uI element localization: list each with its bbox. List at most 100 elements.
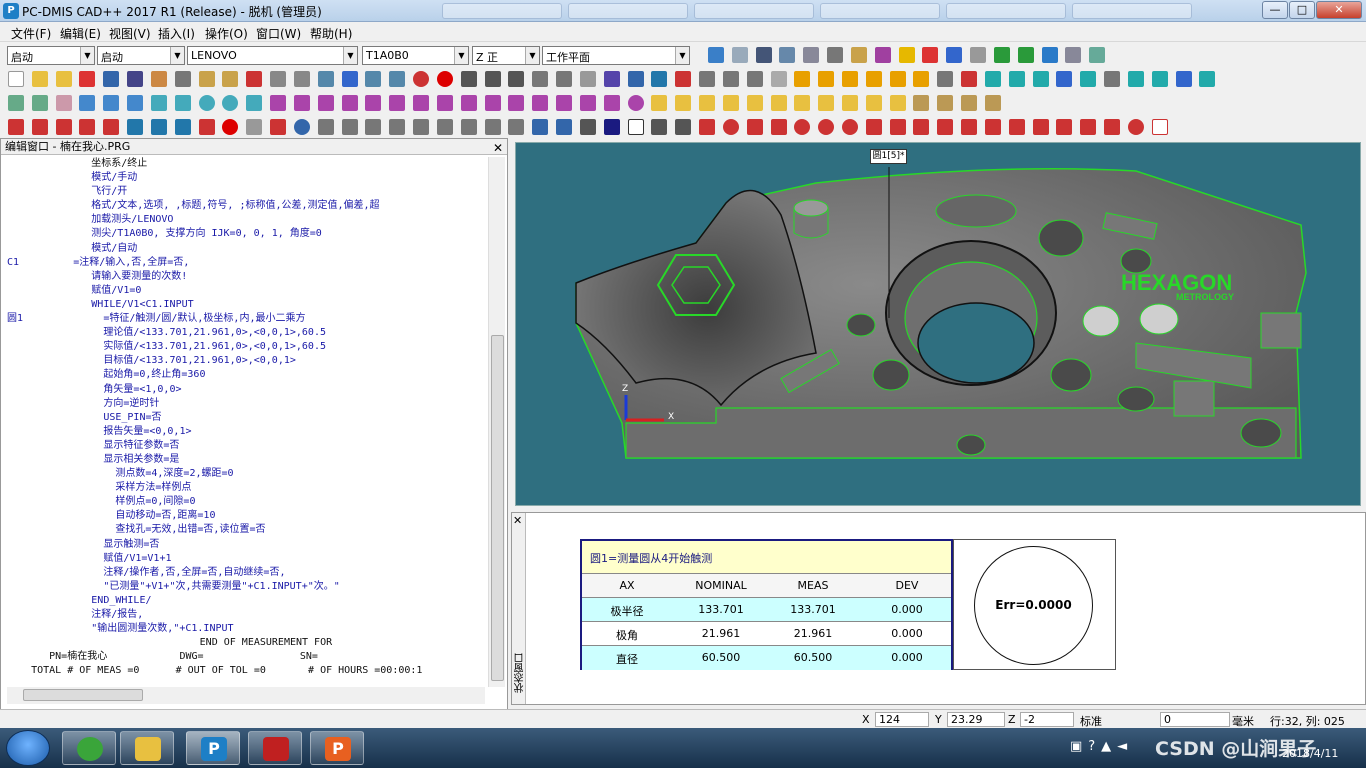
- debug-icon[interactable]: [246, 119, 263, 135]
- align-icon-3[interactable]: [55, 119, 72, 135]
- graphics-view[interactable]: HEXAGON METROLOGY Z X: [515, 142, 1361, 506]
- solid-icon[interactable]: [603, 71, 620, 87]
- construct-line-icon[interactable]: [675, 95, 692, 111]
- gray2-icon[interactable]: [293, 71, 310, 87]
- angularity-icon[interactable]: [1080, 119, 1097, 135]
- cube-front-icon[interactable]: [794, 71, 811, 87]
- code-line[interactable]: TOTAL # OF MEAS =0 # OUT OF TOL =0 # OF …: [7, 664, 487, 678]
- teal2-icon[interactable]: [1008, 71, 1025, 87]
- teal3-icon[interactable]: [1032, 71, 1049, 87]
- code-line[interactable]: 方向=逆时针: [7, 397, 487, 411]
- panel-icon[interactable]: [1065, 47, 1082, 63]
- cube-bottom-icon[interactable]: [913, 71, 930, 87]
- straightness-icon[interactable]: [889, 119, 906, 135]
- arrow-icon[interactable]: [270, 119, 287, 135]
- scroll-thumb[interactable]: [491, 335, 504, 681]
- construct-cyl-icon[interactable]: [818, 95, 835, 111]
- ellipse-icon[interactable]: [293, 119, 310, 135]
- code-line[interactable]: WHILE/V1<C1.INPUT: [7, 298, 487, 312]
- code-line[interactable]: 赋值/V1=V1+1: [7, 552, 487, 566]
- wand-icon[interactable]: [198, 71, 215, 87]
- parallelism-icon[interactable]: [961, 119, 978, 135]
- import-icon[interactable]: [150, 71, 167, 87]
- vertical-scrollbar[interactable]: [488, 157, 505, 687]
- breakpoint-icon[interactable]: [222, 119, 239, 135]
- code-line[interactable]: 注释/操作者,否,全屏=否,自动继续=否,: [7, 566, 487, 580]
- record2-icon[interactable]: [413, 119, 430, 135]
- perpendicularity-icon[interactable]: [937, 119, 954, 135]
- table-icon[interactable]: [1127, 71, 1144, 87]
- fit-icon[interactable]: [779, 47, 796, 63]
- system-tray[interactable]: ▣?▲◄: [1070, 739, 1133, 754]
- iso-icon[interactable]: [937, 71, 954, 87]
- one-icon[interactable]: [1151, 119, 1168, 135]
- circularity-icon[interactable]: [841, 119, 858, 135]
- construct-point-icon[interactable]: [651, 95, 668, 111]
- shade-icon[interactable]: [651, 71, 668, 87]
- construct-set-icon[interactable]: [889, 95, 906, 111]
- run-icon[interactable]: [993, 47, 1010, 63]
- help-icon[interactable]: [246, 95, 263, 111]
- construct-ellipse-icon[interactable]: [746, 95, 763, 111]
- scan4-icon[interactable]: [984, 95, 1001, 111]
- view-combo[interactable]: Z 正 ▼: [472, 46, 540, 65]
- menu-edit[interactable]: 编辑(E): [60, 25, 101, 42]
- angle-icon[interactable]: [770, 119, 787, 135]
- cut-icon[interactable]: [436, 119, 453, 135]
- copy2-icon[interactable]: [460, 119, 477, 135]
- pan-icon[interactable]: [460, 71, 477, 87]
- construct-curve-icon[interactable]: [794, 95, 811, 111]
- record-icon[interactable]: [436, 71, 453, 87]
- probe-icon[interactable]: [755, 47, 772, 63]
- distance-icon[interactable]: [746, 119, 763, 135]
- gray-icon[interactable]: [270, 71, 287, 87]
- maximize-button[interactable]: □: [1289, 1, 1315, 19]
- code-line[interactable]: 自动移动=否,距离=10: [7, 509, 487, 523]
- save-icon[interactable]: [103, 71, 120, 87]
- redo-icon[interactable]: [556, 119, 573, 135]
- minimize-button[interactable]: —: [1262, 1, 1288, 19]
- auto-plane-icon[interactable]: [413, 95, 430, 111]
- code-line[interactable]: "已测量"+V1+"次,共需要测量"+C1.INPUT+"次。": [7, 580, 487, 594]
- cube-right-icon[interactable]: [865, 71, 882, 87]
- ruler-icon[interactable]: [556, 71, 573, 87]
- probe2-icon[interactable]: [1056, 71, 1073, 87]
- code-line[interactable]: 角矢量=<1,0,0>: [7, 383, 487, 397]
- paste-icon[interactable]: [484, 119, 501, 135]
- code-line[interactable]: 显示特征参数=否: [7, 439, 487, 453]
- cube-left-icon[interactable]: [841, 71, 858, 87]
- execute-icon[interactable]: [127, 119, 144, 135]
- drop-feature-icon[interactable]: [174, 95, 191, 111]
- square-icon[interactable]: [627, 119, 644, 135]
- code-line[interactable]: 飞行/开: [7, 185, 487, 199]
- construct-sphere-icon[interactable]: [865, 95, 882, 111]
- code-line[interactable]: 实际值/<133.701,21.961,0>,<0,0,1>,60.5: [7, 340, 487, 354]
- auto-ellipse-icon[interactable]: [484, 95, 501, 111]
- code-line[interactable]: PN=楠在我心 DWG= SN=: [7, 650, 487, 664]
- align-icon-4[interactable]: [79, 119, 96, 135]
- delete-icon[interactable]: [508, 119, 525, 135]
- rotate2-icon[interactable]: [508, 71, 525, 87]
- stylus-icon[interactable]: [1080, 71, 1097, 87]
- code-line[interactable]: 测点数=4,深度=2,螺距=0: [7, 467, 487, 481]
- horizontal-scrollbar[interactable]: [7, 687, 485, 704]
- comment-icon[interactable]: [803, 47, 820, 63]
- code-line[interactable]: USE_PIN=否: [7, 411, 487, 425]
- mark-icon[interactable]: [150, 119, 167, 135]
- circle-feature-icon[interactable]: [55, 95, 72, 111]
- concentric-icon[interactable]: [794, 119, 811, 135]
- diameter-icon[interactable]: [1127, 119, 1144, 135]
- rotate-icon[interactable]: [484, 71, 501, 87]
- comment2-icon[interactable]: [317, 119, 334, 135]
- chart-icon[interactable]: [1175, 71, 1192, 87]
- auto-cyl-icon[interactable]: [579, 95, 596, 111]
- code-line[interactable]: 模式/手动: [7, 171, 487, 185]
- align-icon-2[interactable]: [31, 119, 48, 135]
- menu-operate[interactable]: 操作(O): [205, 25, 248, 42]
- gear-icon[interactable]: [1104, 71, 1121, 87]
- measure-icon[interactable]: [579, 71, 596, 87]
- scan3-icon[interactable]: [961, 95, 978, 111]
- tp-icon[interactable]: [722, 119, 739, 135]
- close-button[interactable]: ✕: [1316, 1, 1362, 19]
- slot2-feature-icon[interactable]: [127, 95, 144, 111]
